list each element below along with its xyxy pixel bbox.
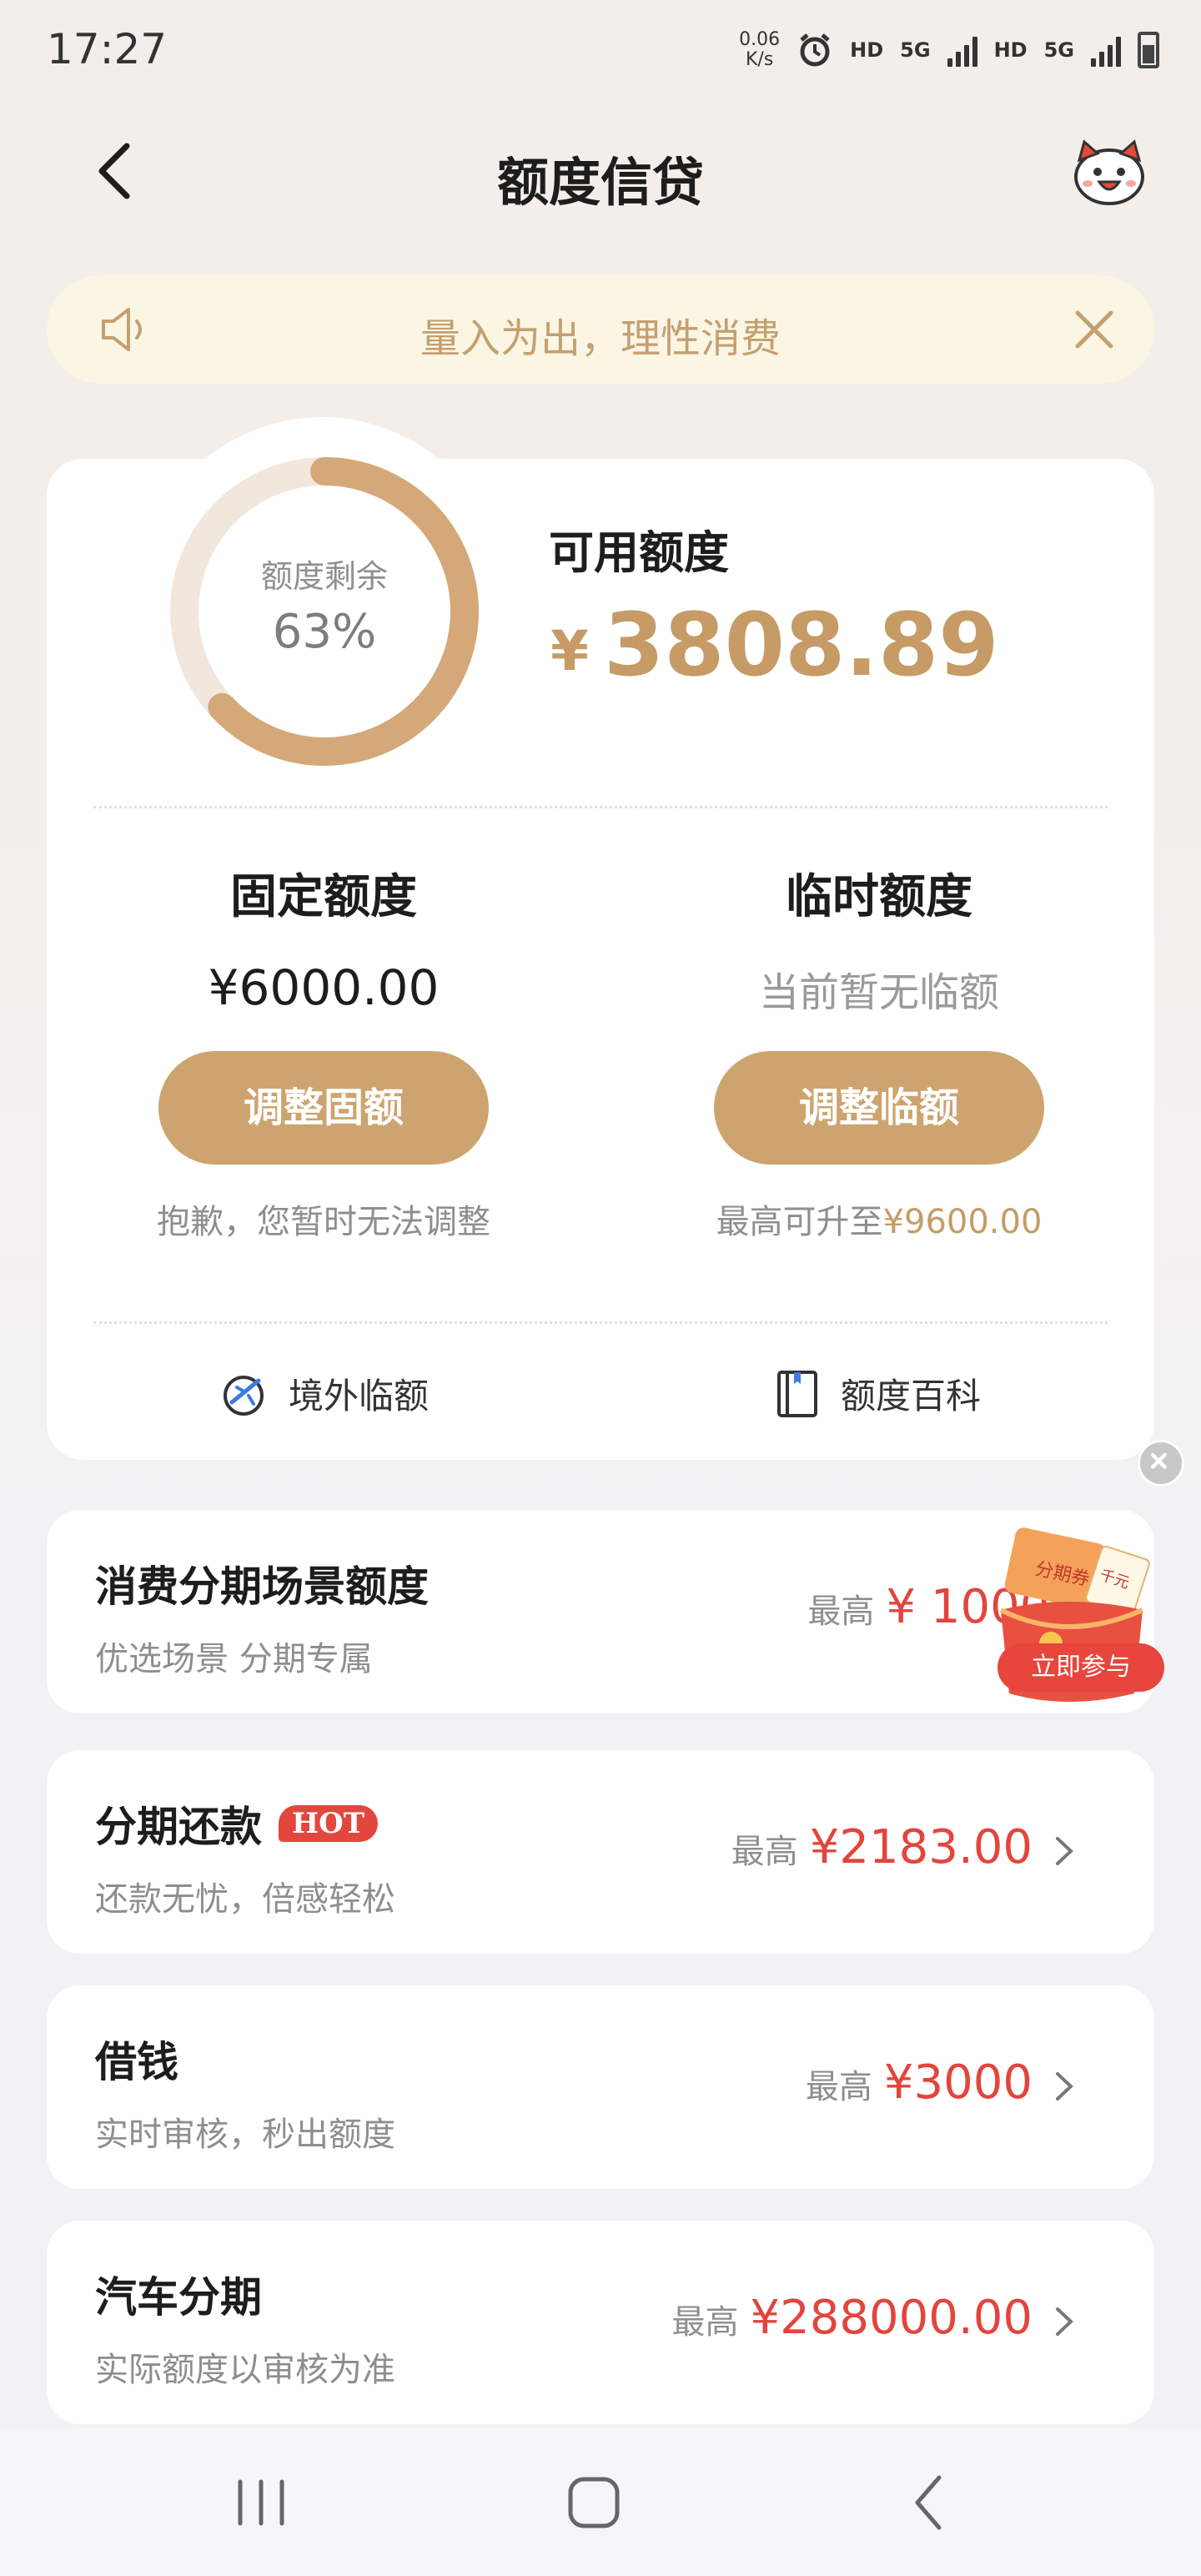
- available-label: 可用额度: [549, 526, 729, 579]
- product-card-installment-repay[interactable]: 分期还款 HOT 还款无忧，倍感轻松 最高 ¥2183.00: [47, 1750, 1154, 1954]
- close-icon[interactable]: [1069, 304, 1119, 355]
- network-5g-label-2: 5G: [1043, 38, 1074, 62]
- temp-max-amount: ¥9600.00: [882, 1203, 1043, 1241]
- adjust-temp-button[interactable]: 调整临额: [714, 1051, 1044, 1165]
- adjust-fixed-button[interactable]: 调整固额: [158, 1051, 489, 1165]
- plane-globe-icon: [224, 1375, 264, 1416]
- chevron-right-icon: [1056, 2307, 1073, 2336]
- product-amount-prefix: 最高: [731, 1833, 798, 1871]
- status-time: 17:27: [47, 25, 168, 73]
- product-title: 借钱: [95, 2038, 178, 2086]
- product-title: 汽车分期: [95, 2273, 262, 2322]
- battery-icon: [1138, 32, 1159, 68]
- credit-wiki-link[interactable]: 额度百科: [772, 1368, 981, 1419]
- currency-symbol: ¥: [550, 619, 589, 683]
- fixed-credit-amount: ¥6000.00: [208, 959, 440, 1016]
- page-title: 额度信贷: [496, 152, 704, 213]
- temp-credit-section: 临时额度 当前暂无临额 调整临额 最高可升至¥9600.00: [646, 859, 1113, 1243]
- product-title: 消费分期场景额度: [95, 1562, 429, 1611]
- notice-banner: 量入为出，理性消费: [47, 275, 1154, 384]
- product-amount-prefix: 最高: [807, 1592, 875, 1631]
- product-subtitle: 优选场景 分期专属: [95, 1640, 373, 1678]
- temp-credit-note: 最高可升至¥9600.00: [716, 1203, 1043, 1241]
- product-amount: ¥288000.00: [750, 2291, 1033, 2345]
- join-now-button[interactable]: 立即参与: [997, 1643, 1164, 1692]
- promo-close-button[interactable]: [1138, 1440, 1184, 1487]
- chevron-right-icon: [1056, 2072, 1073, 2101]
- status-bar: 17:27 0.06 K/s HD 5G HD 5G: [0, 0, 1201, 100]
- mascot-icon[interactable]: [1068, 133, 1151, 209]
- overseas-credit-link[interactable]: 境外临额: [220, 1368, 429, 1419]
- chevron-right-icon: [1056, 1837, 1073, 1865]
- product-amount-group: 最高 ¥2183.00: [731, 1820, 1033, 1874]
- book-icon: [777, 1370, 817, 1417]
- alarm-icon: [800, 33, 830, 67]
- product-title: 分期还款 HOT: [95, 1794, 379, 1854]
- temp-credit-title: 临时额度: [786, 870, 972, 924]
- ring-value: 63%: [272, 605, 377, 659]
- network-5g-label: 5G: [900, 38, 931, 62]
- system-nav-bar: [0, 2428, 1201, 2576]
- recent-apps-icon[interactable]: [224, 2469, 299, 2536]
- credit-wiki-label: 额度百科: [841, 1376, 982, 1416]
- temp-credit-amount: 当前暂无临额: [758, 969, 999, 1016]
- hd-label: HD: [850, 38, 884, 62]
- hot-badge: HOT: [279, 1805, 379, 1842]
- signal-icon-2: [1091, 33, 1121, 67]
- header: 额度信贷: [0, 117, 1201, 225]
- product-amount-group: 最高 ¥3000: [806, 2055, 1033, 2110]
- home-icon[interactable]: [557, 2469, 632, 2536]
- fixed-credit-section: 固定额度 ¥6000.00 调整固额 抱歉，您暂时无法调整: [90, 859, 557, 1243]
- close-icon: [1150, 1452, 1167, 1469]
- available-amount: ¥3808.89: [550, 594, 999, 696]
- product-amount-prefix: 最高: [805, 2068, 872, 2106]
- product-subtitle: 实时审核，秒出额度: [95, 2116, 395, 2154]
- hd-label-2: HD: [993, 38, 1028, 62]
- network-speed: 0.06 K/s: [739, 29, 781, 70]
- overseas-credit-label: 境外临额: [289, 1376, 430, 1416]
- product-amount-group: 最高 ¥288000.00: [672, 2291, 1033, 2345]
- divider: [93, 806, 1108, 808]
- divider-2: [93, 1321, 1108, 1324]
- notice-text: 量入为出，理性消费: [420, 315, 781, 362]
- product-card-borrow[interactable]: 借钱 实时审核，秒出额度 最高 ¥3000: [47, 1985, 1154, 2189]
- available-amount-value: 3808.89: [603, 594, 999, 696]
- product-amount: ¥2183.00: [809, 1820, 1033, 1874]
- product-subtitle: 实际额度以审核为准: [95, 2351, 395, 2389]
- signal-icon: [947, 33, 977, 67]
- product-amount-prefix: 最高: [671, 2303, 739, 2342]
- back-icon[interactable]: [892, 2469, 967, 2536]
- status-icons: 0.06 K/s HD 5G HD 5G: [739, 30, 1159, 70]
- product-amount: ¥3000: [883, 2055, 1033, 2110]
- fixed-credit-title: 固定额度: [230, 870, 417, 924]
- fixed-credit-note: 抱歉，您暂时无法调整: [157, 1203, 490, 1241]
- product-subtitle: 还款无忧，倍感轻松: [95, 1880, 395, 1919]
- ring-label: 额度剩余: [260, 558, 388, 595]
- product-card-car-installment[interactable]: 汽车分期 实际额度以审核为准 最高 ¥288000.00: [47, 2221, 1154, 2424]
